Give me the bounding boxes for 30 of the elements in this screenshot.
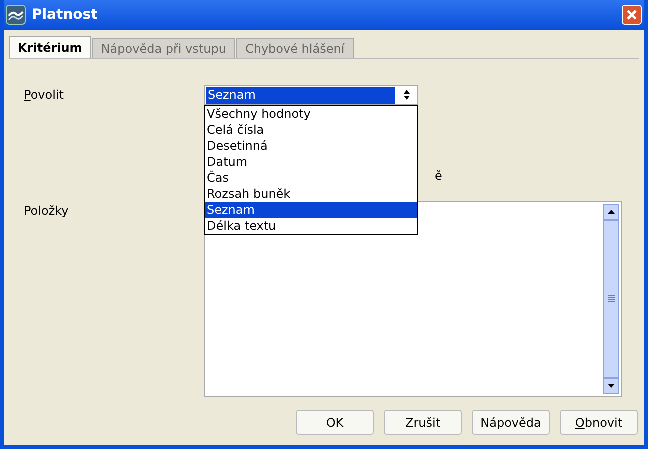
dialog-button[interactable]: Obnovit <box>560 410 638 435</box>
dropdown-option[interactable]: Desetinná <box>205 138 417 154</box>
allow-dropdown[interactable]: Seznam <box>204 85 418 105</box>
window-title: Platnost <box>32 7 99 23</box>
tab[interactable]: Chybové hlášení <box>236 38 354 58</box>
dialog-button[interactable]: OK <box>296 410 374 435</box>
dropdown-option[interactable]: Celá čísla <box>205 122 417 138</box>
dialog-button[interactable]: Nápověda <box>472 410 550 435</box>
spinner-arrows-icon <box>403 89 411 101</box>
tab[interactable]: Nápověda při vstupu <box>92 38 236 58</box>
close-icon <box>626 9 638 21</box>
dropdown-option[interactable]: Seznam <box>205 202 417 218</box>
dropdown-value: Seznam <box>206 86 395 104</box>
dialog-button[interactable]: Zrušit <box>384 410 462 435</box>
checkbox-label: ě <box>435 169 442 184</box>
scrollbar[interactable] <box>603 204 619 394</box>
items-label: Položky <box>24 203 70 220</box>
dropdown-option[interactable]: Datum <box>205 154 417 170</box>
dropdown-option[interactable]: Čas <box>205 170 417 186</box>
scroll-down-icon[interactable] <box>608 384 614 388</box>
app-icon <box>6 5 26 25</box>
close-button[interactable] <box>622 5 642 25</box>
allow-label: Povolit <box>24 87 65 104</box>
items-field[interactable] <box>204 201 622 397</box>
dropdown-option[interactable]: Rozsah buněk <box>205 186 417 202</box>
dropdown-option[interactable]: Všechny hodnoty <box>205 106 417 122</box>
scroll-up-icon[interactable] <box>608 210 614 214</box>
grip-icon <box>608 295 614 303</box>
tab[interactable]: Kritérium <box>9 36 92 58</box>
dropdown-option[interactable]: Délka textu <box>205 218 417 234</box>
